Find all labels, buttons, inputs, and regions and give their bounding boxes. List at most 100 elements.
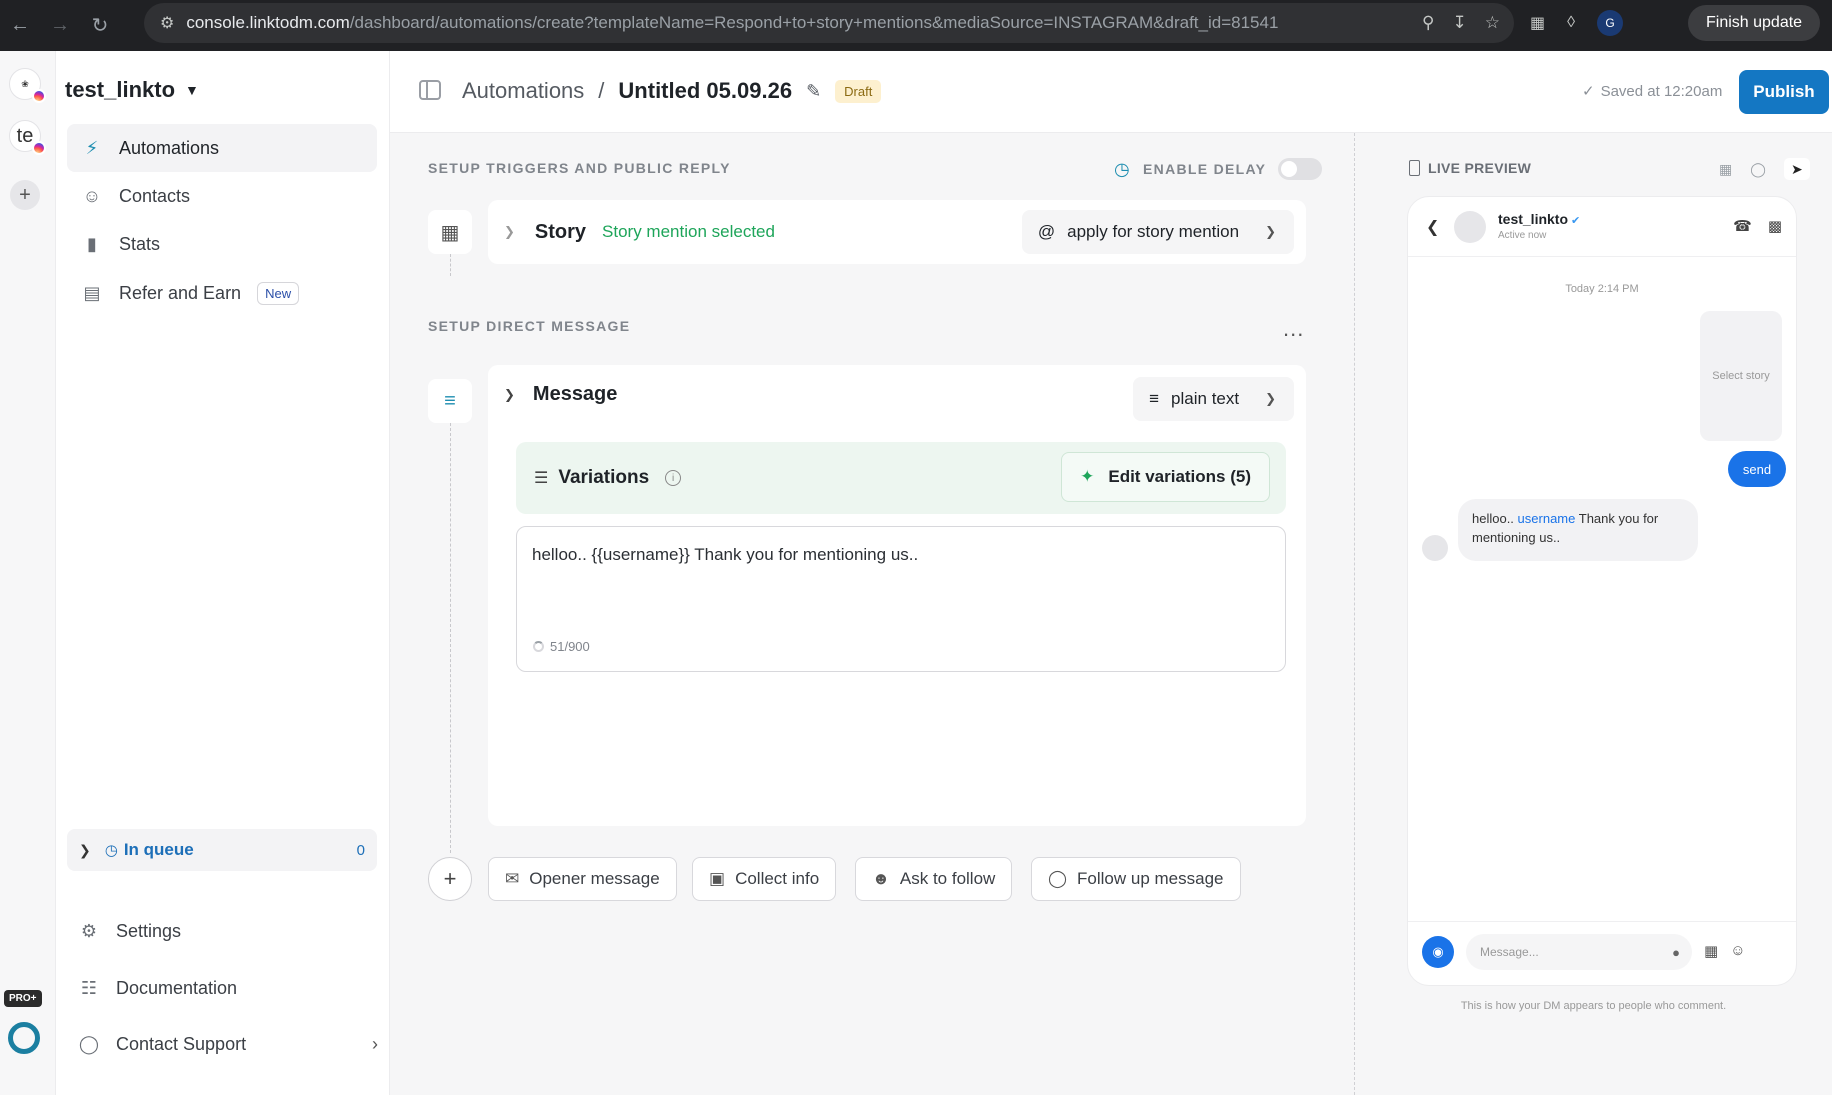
text-align-icon: ≡ [428, 379, 472, 423]
account-rail: ❀ te + PRO+ [0, 51, 56, 1095]
breadcrumb: Automations / Untitled 05.09.26 ✎ Draft [462, 78, 882, 104]
sidebar-item-contacts[interactable]: ☺ Contacts [67, 172, 377, 220]
sparkle-icon: ✦ [1080, 467, 1095, 486]
chevron-right-icon: › [372, 1033, 378, 1054]
camera-icon: ◉ [1422, 936, 1454, 968]
sidebar-item-stats[interactable]: ▮ Stats [67, 220, 377, 268]
publish-button[interactable]: Publish [1739, 70, 1829, 114]
finish-update-button[interactable]: Finish update [1688, 5, 1821, 41]
instagram-badge-icon [32, 89, 46, 103]
comment-view-icon[interactable]: ◯ [1750, 161, 1766, 178]
url-text: console.linktodm.com/dashboard/automatio… [186, 13, 1279, 32]
progress-ring-icon [533, 641, 544, 652]
automation-canvas: SETUP TRIGGERS AND PUBLIC REPLY ◷ ENABLE… [390, 133, 1376, 1095]
saved-status: ✓ Saved at 12:20am [1582, 82, 1723, 101]
chevron-down-icon: ❯ [1265, 391, 1276, 406]
pro-badge: PRO+ [4, 990, 42, 1007]
account-avatar-2[interactable]: te [9, 120, 46, 155]
forward-icon[interactable]: → [40, 6, 80, 46]
contact-card-icon: ☺ [82, 185, 102, 206]
message-card: ❯ Message ≡ plain text ❯ ☰ Variations i … [488, 365, 1306, 826]
reload-icon[interactable]: ↻ [80, 6, 120, 46]
sidebar: test_linkto ▼ ⚡︎ Automations ☺ Contacts … [56, 51, 390, 1095]
caret-down-icon: ▼ [185, 82, 199, 98]
avatar [1454, 211, 1486, 243]
more-options-icon[interactable]: ... [1283, 316, 1304, 342]
site-settings-icon[interactable]: ⚙ [160, 13, 174, 33]
story-trigger-select[interactable]: @ apply for story mention ❯ [1021, 210, 1294, 254]
puzzle-icon[interactable]: ◊ [1567, 14, 1575, 32]
connector-line [450, 423, 451, 853]
add-account-button[interactable]: + [10, 180, 40, 210]
info-icon[interactable]: i [665, 470, 682, 486]
edit-variations-button[interactable]: ✦ Edit variations (5) [1061, 452, 1270, 502]
page-title: Untitled 05.09.26 [618, 78, 793, 103]
app-logo-icon[interactable] [8, 1022, 40, 1054]
lines-icon: ≡ [1149, 389, 1160, 408]
profile-avatar[interactable]: G [1597, 10, 1624, 36]
variations-panel: ☰ Variations i ✦ Edit variations (5) [516, 442, 1286, 514]
page-header: Automations / Untitled 05.09.26 ✎ Draft … [390, 51, 1832, 133]
sidebar-item-settings[interactable]: ⚙ Settings [78, 911, 378, 951]
dm-view-icon[interactable]: ➤ [1783, 158, 1810, 180]
user-plus-icon: ☻ [872, 869, 890, 888]
ask-to-follow-button[interactable]: ☻ Ask to follow [855, 857, 1013, 901]
phone-icon [1409, 160, 1420, 176]
character-counter: 51/900 [533, 639, 590, 654]
live-preview-panel: LIVE PREVIEW ▦ ◯ ➤ ❮ test_linkto ✔ Active… [1354, 133, 1832, 1095]
lightning-icon: ⚡︎ [85, 137, 99, 158]
phone-call-icon: ☎ [1733, 218, 1752, 235]
back-icon[interactable]: ← [0, 6, 40, 46]
workspace-switcher[interactable]: test_linkto ▼ [65, 77, 199, 103]
collect-info-button[interactable]: ▣ Collect info [692, 857, 837, 901]
address-bar[interactable]: ⚙ console.linktodm.com/dashboard/automat… [144, 3, 1514, 43]
story-status: Story mention selected [602, 222, 775, 241]
opener-message-button[interactable]: ✉ Opener message [488, 857, 677, 901]
enable-delay-toggle[interactable] [1278, 158, 1323, 180]
gift-icon: ▤ [83, 282, 101, 303]
follow-up-message-button[interactable]: ◯ Follow up message [1031, 857, 1241, 901]
mail-icon: ✉ [505, 869, 520, 888]
sidebar-item-refer[interactable]: ▤ Refer and Earn New [67, 269, 377, 317]
browser-toolbar: ← → ↻ ⚙ console.linktodm.com/dashboard/a… [0, 0, 1832, 51]
message-timestamp: Today 2:14 PM [1565, 283, 1639, 295]
layers-icon: ☰ [534, 470, 549, 487]
preview-message-input: Message... ● [1466, 934, 1692, 970]
zoom-icon[interactable]: ⚲ [1422, 13, 1434, 33]
sidebar-item-automations[interactable]: ⚡︎ Automations [67, 124, 377, 172]
bookmark-star-icon[interactable]: ☆ [1485, 13, 1500, 33]
inbox-icon: ▣ [709, 869, 726, 888]
sidebar-item-documentation[interactable]: ☷ Documentation [78, 968, 378, 1008]
book-icon: ☷ [80, 977, 98, 998]
chevron-right-icon[interactable]: ❯ [504, 224, 515, 240]
in-queue-toggle[interactable]: ❯ ◷ In queue 0 [67, 829, 377, 871]
check-icon: ✓ [1582, 83, 1595, 100]
account-avatar-1[interactable]: ❀ [9, 68, 46, 103]
chevron-down-icon: ❯ [1265, 224, 1276, 239]
sidebar-item-contact-support[interactable]: ◯ Contact Support › [78, 1024, 378, 1064]
connector-line [450, 254, 451, 276]
video-call-icon: ▩ [1767, 218, 1782, 235]
triggers-section-label: SETUP TRIGGERS AND PUBLIC REPLY [428, 160, 731, 176]
message-text: helloo.. {{username}} Thank you for ment… [532, 545, 919, 564]
format-select[interactable]: ≡ plain text ❯ [1133, 377, 1294, 421]
live-preview-label: LIVE PREVIEW [1409, 160, 1531, 176]
queue-count: 0 [356, 841, 365, 859]
add-step-button[interactable]: + [428, 857, 472, 901]
message-textarea[interactable]: helloo.. {{username}} Thank you for ment… [516, 526, 1286, 672]
chevron-down-icon[interactable]: ❯ [504, 387, 515, 403]
install-icon[interactable]: ↧ [1453, 13, 1467, 33]
story-trigger-card[interactable]: ❯ Story Story mention selected @ apply f… [488, 200, 1306, 264]
pencil-icon[interactable]: ✎ [806, 81, 821, 102]
chat-bubble-icon: ◯ [1048, 869, 1068, 888]
clock-icon: ◷ [1114, 158, 1132, 179]
avatar [1422, 535, 1448, 561]
extension-icon[interactable]: ▦ [1530, 13, 1545, 33]
toggle-sidebar-icon[interactable] [419, 80, 441, 100]
verified-icon: ✔ [1571, 215, 1581, 227]
instagram-badge-icon [32, 141, 46, 155]
received-bubble: helloo.. username Thank you for mentioni… [1458, 499, 1698, 561]
dm-section-label: SETUP DIRECT MESSAGE [428, 318, 631, 334]
grid-view-icon[interactable]: ▦ [1719, 161, 1732, 178]
breadcrumb-automations[interactable]: Automations [462, 78, 584, 104]
